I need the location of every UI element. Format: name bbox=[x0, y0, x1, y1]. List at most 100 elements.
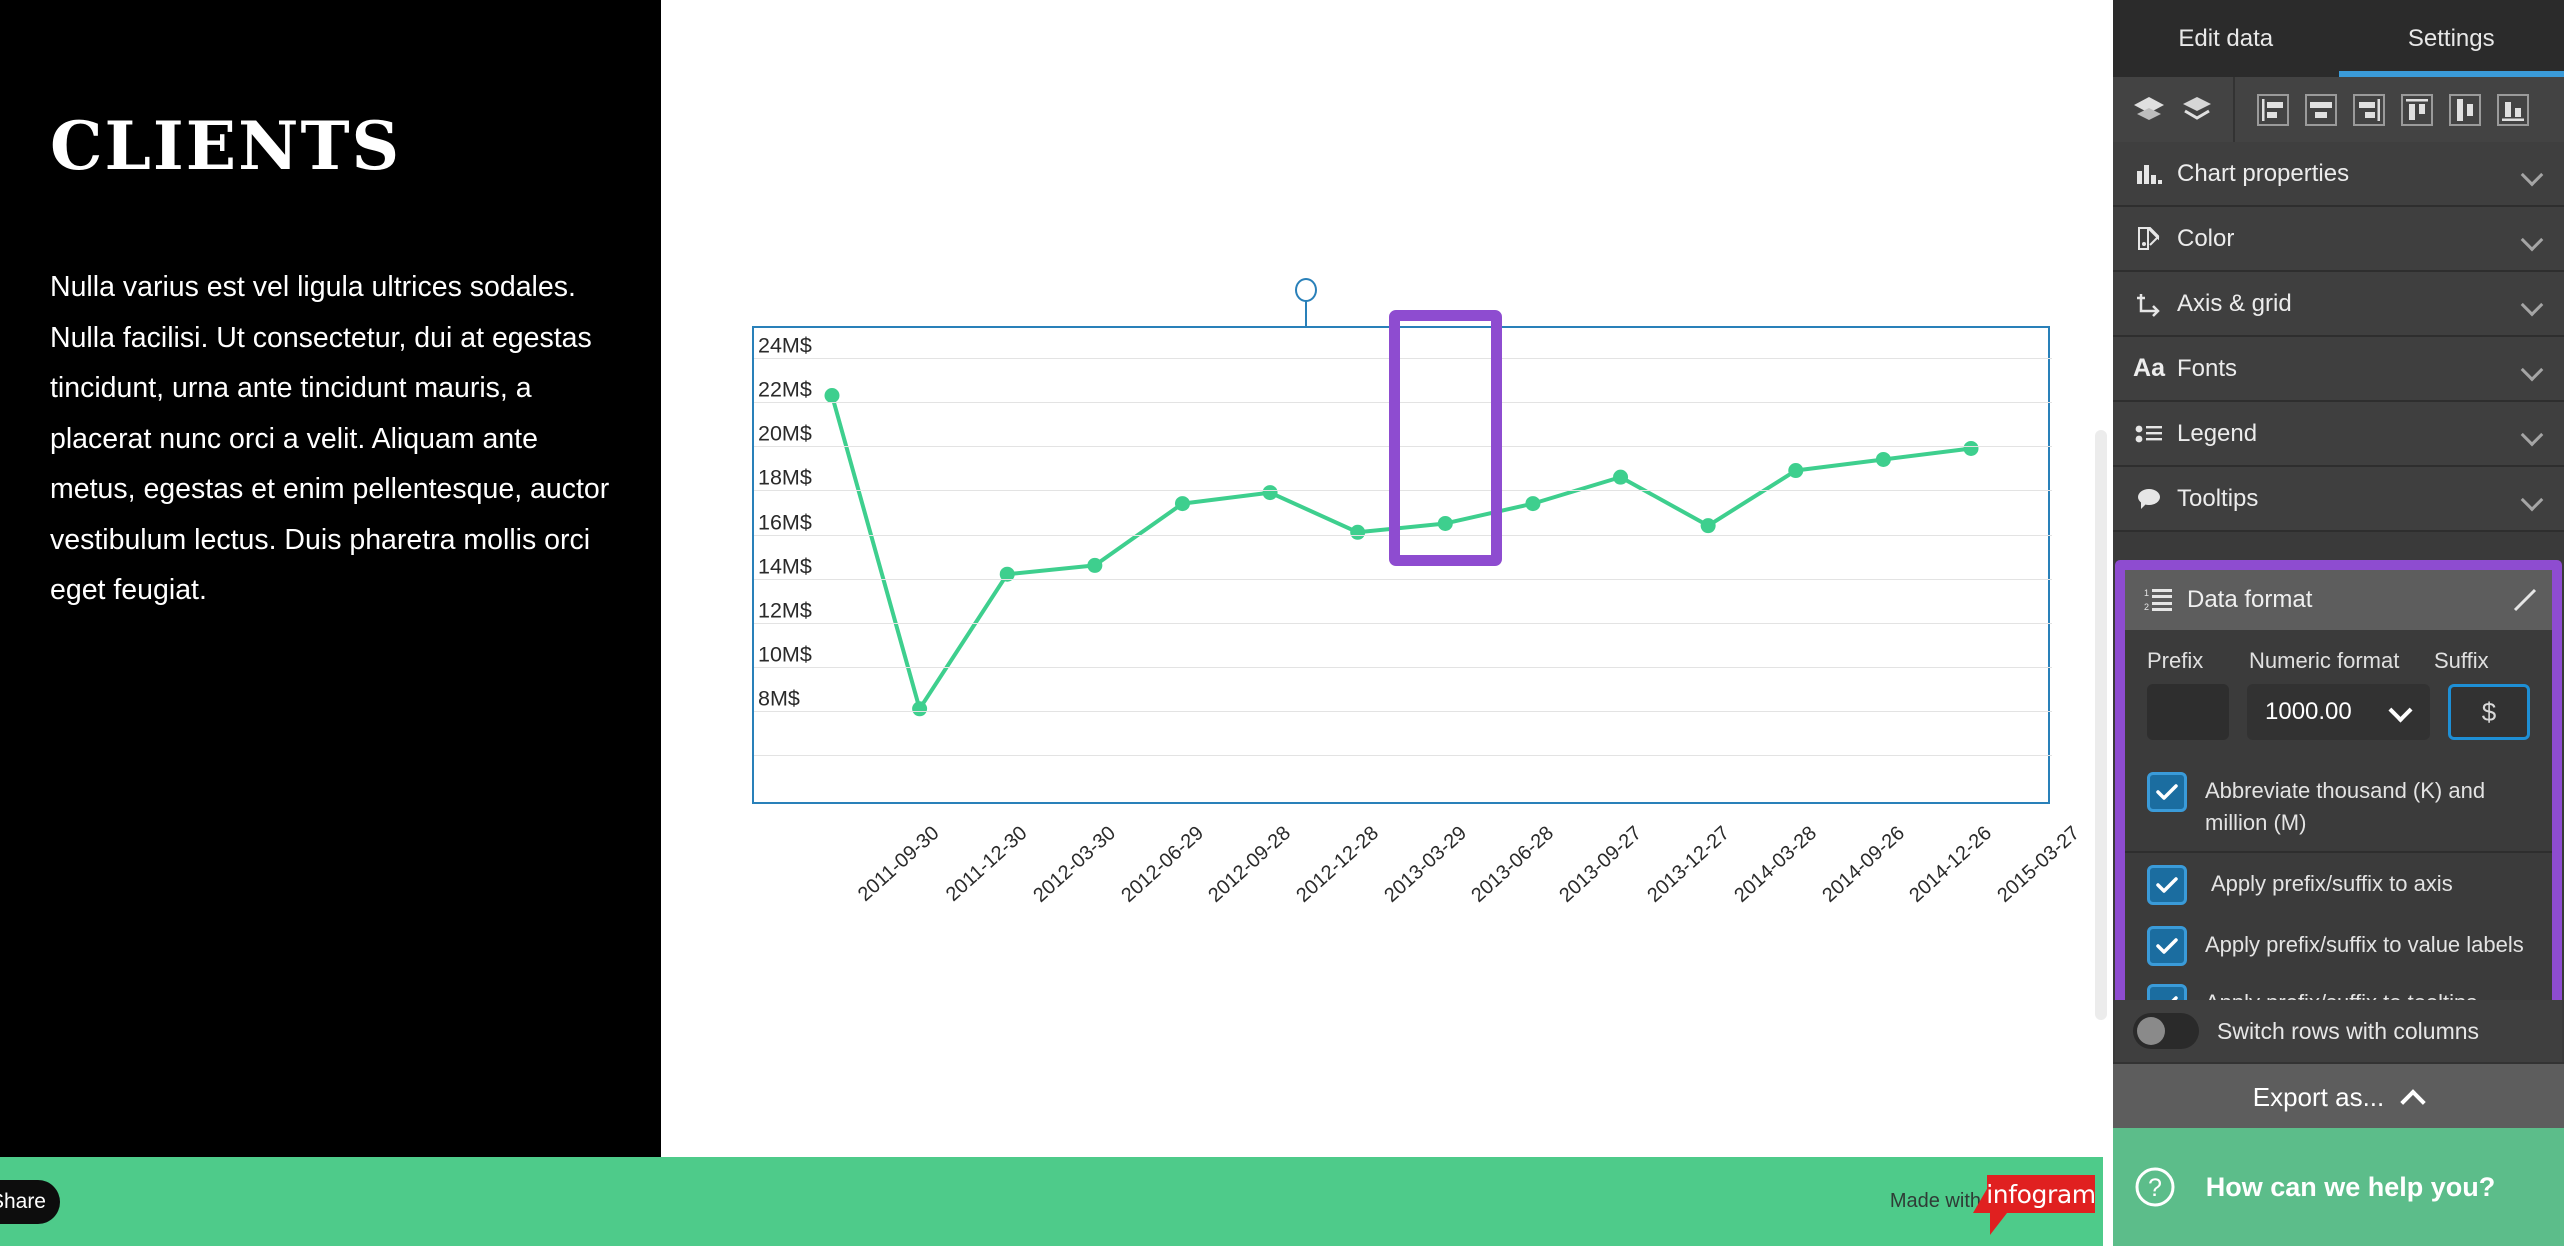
chevron-down-icon[interactable] bbox=[2522, 488, 2544, 510]
panel-scrollbar[interactable] bbox=[2095, 430, 2107, 1020]
export-as-button[interactable]: Export as... bbox=[2113, 1062, 2564, 1130]
checkbox-row-abbreviate[interactable]: Abbreviate thousand (K) and million (M) bbox=[2125, 756, 2552, 851]
data-point-marker[interactable] bbox=[1613, 469, 1629, 485]
export-as-label: Export as... bbox=[2252, 1081, 2385, 1112]
numbered-list-icon: 1 2 bbox=[2131, 587, 2187, 613]
align-right-icon[interactable] bbox=[2347, 88, 2391, 132]
toggle-knob bbox=[2137, 1017, 2165, 1045]
settings-panel: Edit data Settings Chart properties Colo… bbox=[2113, 0, 2564, 1246]
align-top-icon[interactable] bbox=[2395, 88, 2439, 132]
bring-forward-icon[interactable] bbox=[2127, 88, 2171, 132]
data-point-marker[interactable] bbox=[1963, 440, 1979, 456]
menu-label-legend: Legend bbox=[2177, 419, 2258, 447]
grid-line bbox=[754, 622, 2052, 624]
checkbox-apply-axis[interactable] bbox=[2147, 865, 2187, 905]
data-point-marker[interactable] bbox=[1437, 515, 1453, 531]
menu-item-fonts[interactable]: Aa Fonts bbox=[2113, 337, 2564, 402]
pencil-icon[interactable] bbox=[2512, 587, 2538, 613]
x-axis-tick-label: 2013-12-27 bbox=[1642, 822, 1734, 907]
menu-item-legend[interactable]: Legend bbox=[2113, 402, 2564, 467]
data-point-marker[interactable] bbox=[912, 701, 928, 717]
suffix-label: Suffix bbox=[2434, 648, 2489, 673]
x-axis-tick-label: 2015-03-27 bbox=[1993, 822, 2085, 907]
align-middle-icon[interactable] bbox=[2443, 88, 2487, 132]
data-point-marker[interactable] bbox=[1174, 496, 1190, 512]
share-button[interactable]: Share bbox=[0, 1180, 60, 1224]
svg-text:?: ? bbox=[2148, 1174, 2162, 1202]
menu-item-chart-properties[interactable]: Chart properties bbox=[2113, 142, 2564, 207]
line-chart-plot[interactable]: 8M$ 10M$ 12M$ 14M$ 16M$ 18M$ 20M$ 22M$ 24M$ 2011-… bbox=[754, 328, 2084, 907]
alignment-toolbar bbox=[2113, 77, 2564, 142]
x-axis-tick-label: 2014-12-26 bbox=[1905, 822, 1997, 907]
question-mark-icon: ? bbox=[2133, 1165, 2177, 1209]
x-axis-tick-label: 2014-09-26 bbox=[1818, 822, 1909, 907]
rotate-handle[interactable] bbox=[1295, 278, 1317, 302]
chevron-down-icon[interactable] bbox=[2522, 163, 2544, 185]
app-root: CLIENTS Nulla varius est vel ligula ultr… bbox=[0, 0, 2564, 1246]
menu-item-tooltips[interactable]: Tooltips bbox=[2113, 467, 2564, 532]
checkbox-label-abbreviate: Abbreviate thousand (K) and million (M) bbox=[2205, 778, 2486, 835]
numeric-format-select[interactable]: 1000.00 bbox=[2247, 684, 2430, 740]
numeric-format-label: Numeric format bbox=[2249, 648, 2400, 673]
suffix-input[interactable]: $ bbox=[2448, 684, 2530, 740]
align-left-icon[interactable] bbox=[2251, 88, 2295, 132]
data-point-marker[interactable] bbox=[1350, 524, 1366, 540]
switch-rows-columns-label: Switch rows with columns bbox=[2217, 1017, 2480, 1044]
chevron-down-icon[interactable] bbox=[2522, 358, 2544, 380]
data-format-header[interactable]: 1 2 Data format bbox=[2125, 570, 2552, 630]
align-center-icon[interactable] bbox=[2299, 88, 2343, 132]
layer-order-group bbox=[2113, 77, 2235, 142]
tab-edit-data[interactable]: Edit data bbox=[2113, 0, 2339, 77]
chart-selection-frame[interactable]: 8M$ 10M$ 12M$ 14M$ 16M$ 18M$ 20M$ 22M$ 24M$ 2011-… bbox=[752, 326, 2084, 907]
switch-rows-columns-toggle[interactable] bbox=[2133, 1013, 2199, 1049]
chevron-down-icon[interactable] bbox=[2522, 423, 2544, 445]
align-bottom-icon[interactable] bbox=[2491, 88, 2535, 132]
axis-grid-icon bbox=[2121, 291, 2177, 317]
infogram-logo-tail bbox=[1990, 1213, 2007, 1235]
font-aa-icon: Aa bbox=[2133, 354, 2165, 382]
x-axis-tick-label: 2013-03-29 bbox=[1379, 822, 1471, 907]
data-format-section: 1 2 Data format Prefix Numeric format Su… bbox=[2115, 560, 2562, 1047]
data-point-marker[interactable] bbox=[1875, 451, 1891, 467]
chevron-up-icon bbox=[2402, 1086, 2424, 1108]
data-point-marker[interactable] bbox=[1700, 518, 1716, 534]
menu-item-axis-grid[interactable]: Axis & grid bbox=[2113, 272, 2564, 337]
chevron-down-icon[interactable] bbox=[2522, 293, 2544, 315]
help-bar[interactable]: ? How can we help you? bbox=[2113, 1128, 2564, 1246]
prefix-input[interactable] bbox=[2147, 684, 2229, 740]
legend-list-icon bbox=[2121, 422, 2177, 446]
data-point-marker[interactable] bbox=[1262, 485, 1278, 501]
settings-menu: Chart properties Color Axis & grid Aa Fo… bbox=[2113, 142, 2564, 532]
chart-canvas[interactable]: 8M$ 10M$ 12M$ 14M$ 16M$ 18M$ 20M$ 22M$ 24M$ 2011-… bbox=[661, 0, 2103, 1157]
svg-text:1: 1 bbox=[2144, 588, 2149, 598]
infogram-logo-text: infogram bbox=[1986, 1179, 2096, 1209]
data-point-marker[interactable] bbox=[1087, 557, 1103, 573]
data-point-marker[interactable] bbox=[824, 388, 840, 404]
infogram-logo[interactable]: infogram bbox=[1986, 1175, 2096, 1213]
data-point-marker[interactable] bbox=[1525, 496, 1541, 512]
menu-item-color[interactable]: Color bbox=[2113, 207, 2564, 272]
grid-line bbox=[754, 446, 2052, 448]
y-axis-tick-label: 24M$ bbox=[758, 333, 812, 358]
tab-settings[interactable]: Settings bbox=[2338, 0, 2564, 77]
chart-series-svg bbox=[824, 388, 1979, 717]
grid-line bbox=[754, 578, 2052, 580]
y-axis-tick-label: 14M$ bbox=[758, 554, 812, 579]
checkbox-row-axis[interactable]: Apply prefix/suffix to axis bbox=[2125, 851, 2552, 917]
checkbox-label-value-labels: Apply prefix/suffix to value labels bbox=[2205, 932, 2524, 957]
switch-rows-columns-row[interactable]: Switch rows with columns bbox=[2115, 1000, 2562, 1062]
x-axis-tick-label: 2012-12-28 bbox=[1292, 822, 1384, 907]
menu-label-axis-grid: Axis & grid bbox=[2177, 289, 2292, 317]
data-point-marker[interactable] bbox=[1788, 463, 1804, 479]
x-axis-tick-label: 2013-06-28 bbox=[1467, 822, 1559, 907]
align-group bbox=[2235, 77, 2549, 142]
numeric-format-value: 1000.00 bbox=[2265, 698, 2352, 725]
chevron-down-icon[interactable] bbox=[2522, 228, 2544, 250]
y-axis-tick-label: 10M$ bbox=[758, 642, 812, 667]
page-title: CLIENTS bbox=[50, 107, 402, 185]
send-backward-icon[interactable] bbox=[2175, 88, 2219, 132]
checkbox-row-value-labels[interactable]: Apply prefix/suffix to value labels bbox=[2125, 917, 2552, 975]
y-axis-tick-label: 16M$ bbox=[758, 510, 812, 534]
checkbox-apply-value-labels[interactable] bbox=[2147, 926, 2187, 966]
checkbox-abbreviate[interactable] bbox=[2147, 772, 2187, 812]
